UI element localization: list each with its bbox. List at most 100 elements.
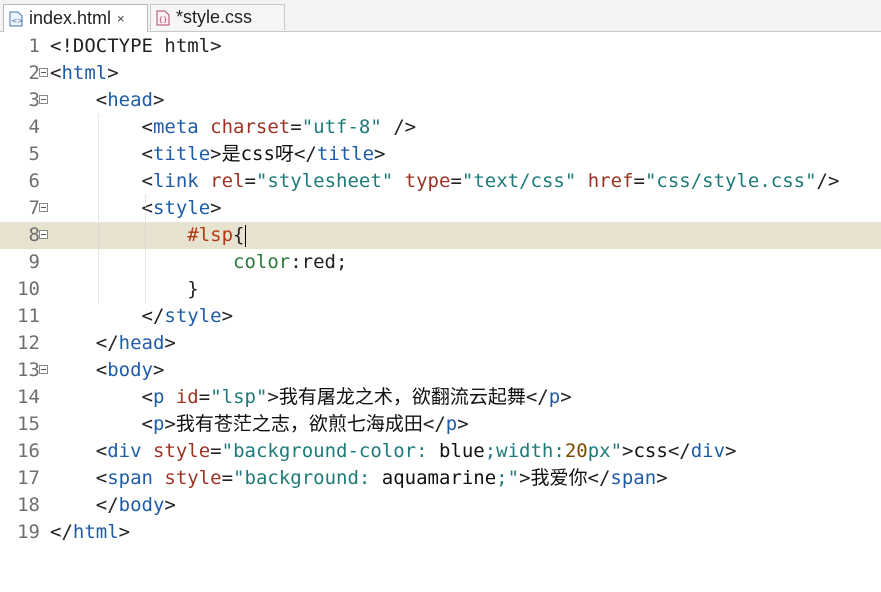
code-token: > bbox=[519, 467, 531, 489]
line-number: 10 bbox=[17, 278, 40, 300]
code-token: 20 bbox=[564, 440, 588, 462]
line-text: color:red; bbox=[50, 249, 347, 276]
code-line[interactable]: 18 </body> bbox=[0, 492, 881, 519]
code-token: :red; bbox=[290, 251, 348, 273]
line-text: <div style="background-color: blue;width… bbox=[50, 438, 737, 465]
code-token: body bbox=[118, 494, 165, 516]
code-token: div bbox=[107, 440, 153, 462]
code-line[interactable]: 5 <title>是css呀</title> bbox=[0, 141, 881, 168]
code-token: px" bbox=[587, 440, 623, 462]
line-text: <meta charset="utf-8" /> bbox=[50, 114, 417, 141]
code-token: "text/css" bbox=[461, 170, 577, 192]
code-token: > bbox=[622, 440, 634, 462]
line-text: <!DOCTYPE html> bbox=[50, 33, 222, 60]
tab-style-css[interactable]: {} *style.css bbox=[150, 4, 285, 30]
code-token: > bbox=[210, 197, 222, 219]
code-line[interactable]: 17 <span style="background: aquamarine;"… bbox=[0, 465, 881, 492]
code-token: </ bbox=[50, 305, 165, 327]
code-token: </ bbox=[667, 440, 691, 462]
code-token: "stylesheet" bbox=[255, 170, 394, 192]
line-number: 14 bbox=[17, 386, 40, 408]
code-token: style bbox=[152, 197, 211, 219]
line-text: <p>我有苍茫之志，欲煎七海成田</p> bbox=[50, 411, 469, 438]
line-number: 19 bbox=[17, 521, 40, 543]
code-area[interactable]: 1 <!DOCTYPE html> 2 <html> 3 <head> 4 <meta c… bbox=[0, 33, 881, 592]
code-token: meta bbox=[152, 116, 211, 138]
line-text: <head> bbox=[50, 87, 165, 114]
fold-toggle-icon[interactable] bbox=[39, 95, 48, 104]
line-number: 17 bbox=[17, 467, 40, 489]
code-line[interactable]: 6 <link rel="stylesheet" type="text/css"… bbox=[0, 168, 881, 195]
line-number: 11 bbox=[17, 305, 40, 327]
code-token: < bbox=[50, 197, 153, 219]
code-editor: <> index.html × {} *style.css 1 <!DOCTYPE… bbox=[0, 0, 881, 592]
indent-guide bbox=[98, 114, 100, 303]
code-line[interactable]: 7 <style> bbox=[0, 195, 881, 222]
code-token: html bbox=[72, 521, 119, 543]
code-token: > bbox=[164, 494, 176, 516]
code-token: </ bbox=[587, 467, 611, 489]
code-token: href bbox=[587, 170, 634, 192]
code-token: > bbox=[164, 332, 176, 354]
code-token: </ bbox=[50, 494, 119, 516]
code-token: head bbox=[107, 89, 153, 111]
code-token: > bbox=[374, 143, 386, 165]
code-line[interactable]: 9 color:red; bbox=[0, 249, 881, 276]
code-line[interactable]: 14 <p id="lsp">我有屠龙之术，欲翻流云起舞</p> bbox=[0, 384, 881, 411]
code-line[interactable]: 12 </head> bbox=[0, 330, 881, 357]
code-token: head bbox=[118, 332, 165, 354]
code-token: blue bbox=[438, 440, 485, 462]
code-token: = bbox=[450, 170, 462, 192]
code-token: "css/style.css" bbox=[644, 170, 817, 192]
fold-toggle-icon[interactable] bbox=[39, 365, 48, 374]
fold-toggle-icon[interactable] bbox=[39, 230, 48, 239]
fold-toggle-icon[interactable] bbox=[39, 68, 48, 77]
code-line[interactable]: 2 <html> bbox=[0, 60, 881, 87]
line-number: 5 bbox=[28, 143, 40, 165]
code-line[interactable]: 13 <body> bbox=[0, 357, 881, 384]
code-line[interactable]: 10 } bbox=[0, 276, 881, 303]
code-token: "utf-8" bbox=[301, 116, 382, 138]
code-token: color bbox=[233, 251, 291, 273]
line-number: 15 bbox=[17, 413, 40, 435]
editor-tab-bar: <> index.html × {} *style.css bbox=[0, 0, 881, 32]
line-number: 18 bbox=[17, 494, 40, 516]
tab-label: *style.css bbox=[176, 7, 253, 27]
code-token: > bbox=[656, 467, 668, 489]
code-token: link bbox=[152, 170, 211, 192]
code-token: </ bbox=[525, 386, 549, 408]
tab-index-html[interactable]: <> index.html × bbox=[3, 4, 148, 32]
line-text: <style> bbox=[50, 195, 222, 222]
code-line[interactable]: 1 <!DOCTYPE html> bbox=[0, 33, 881, 60]
code-token: rel bbox=[210, 170, 245, 192]
fold-toggle-icon[interactable] bbox=[39, 203, 48, 212]
code-line[interactable]: 19 </html> bbox=[0, 519, 881, 546]
code-token: > bbox=[107, 62, 119, 84]
code-line[interactable]: 3 <head> bbox=[0, 87, 881, 114]
code-token: ;width: bbox=[484, 440, 565, 462]
line-text: } bbox=[50, 276, 198, 303]
code-line[interactable]: 4 <meta charset="utf-8" /> bbox=[0, 114, 881, 141]
code-line[interactable]: 11 </style> bbox=[0, 303, 881, 330]
code-token: "lsp" bbox=[210, 386, 268, 408]
code-token: #lsp bbox=[187, 224, 234, 246]
code-line[interactable]: 8 #lsp{ bbox=[0, 222, 881, 249]
code-token: > bbox=[164, 413, 176, 435]
code-token: > bbox=[221, 305, 234, 327]
line-text: <html> bbox=[50, 60, 119, 87]
code-token: > bbox=[457, 413, 469, 435]
close-icon[interactable]: × bbox=[117, 11, 125, 26]
code-token: > bbox=[152, 89, 165, 111]
code-token: < bbox=[50, 359, 108, 381]
line-number: 9 bbox=[28, 251, 40, 273]
code-line[interactable]: 16 <div style="background-color: blue;wi… bbox=[0, 438, 881, 465]
code-token: < bbox=[50, 467, 108, 489]
code-token: < bbox=[50, 143, 153, 165]
code-token: </ bbox=[293, 143, 317, 165]
code-token: title bbox=[316, 143, 375, 165]
code-line[interactable]: 15 <p>我有苍茫之志，欲煎七海成田</p> bbox=[0, 411, 881, 438]
line-number: 1 bbox=[28, 35, 40, 57]
code-token: < bbox=[50, 89, 108, 111]
code-token: body bbox=[107, 359, 153, 381]
